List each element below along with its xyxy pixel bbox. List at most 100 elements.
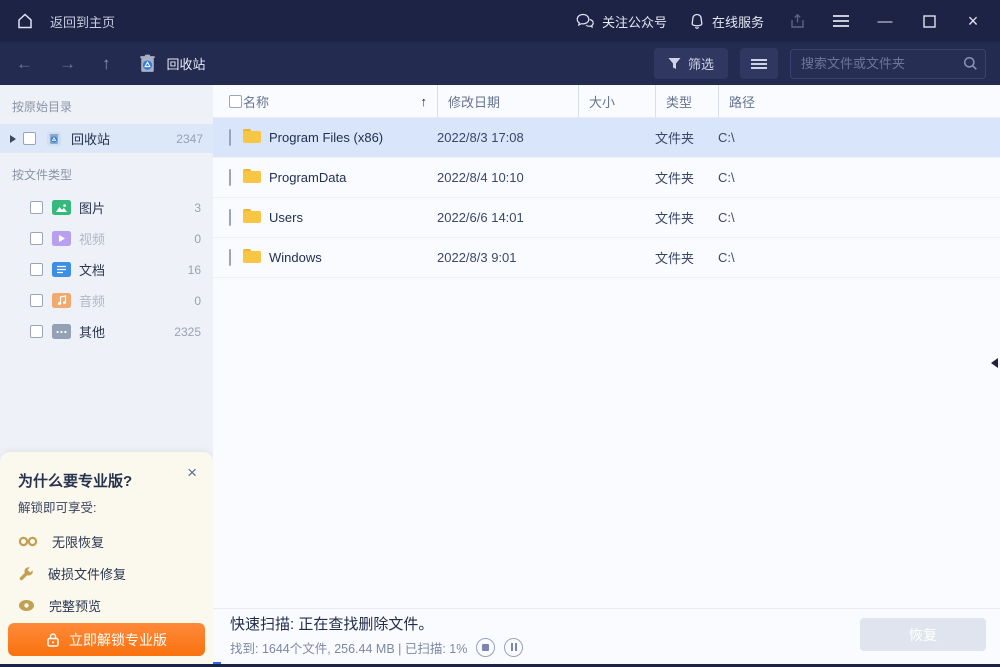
select-all-checkbox[interactable] (229, 95, 242, 108)
online-service-label: 在线服务 (712, 12, 764, 31)
sidebar-item-label: 文档 (79, 260, 105, 279)
images-icon (52, 200, 71, 215)
follow-official-button[interactable]: 关注公众号 (576, 12, 667, 31)
sidebar-item-label: 图片 (79, 198, 105, 217)
column-size[interactable]: 大小 (578, 85, 655, 117)
feature-label: 完整预览 (49, 596, 101, 615)
online-service-button[interactable]: 在线服务 (689, 12, 764, 31)
section-label-original-dir: 按原始目录 (0, 85, 213, 124)
cell-name: Windows (269, 250, 437, 265)
cell-path: C:\ (718, 130, 1000, 145)
column-date-label: 修改日期 (448, 92, 500, 111)
cell-name: Users (269, 210, 437, 225)
row-checkbox[interactable] (229, 209, 231, 226)
audio-checkbox[interactable] (30, 294, 43, 307)
item-count: 2347 (176, 132, 203, 146)
table-row[interactable]: Program Files (x86) 2022/8/3 17:08 文件夹 C… (213, 118, 1000, 158)
table-row[interactable]: Windows 2022/8/3 9:01 文件夹 C:\ (213, 238, 1000, 278)
back-home-button[interactable]: 返回到主页 (50, 12, 115, 31)
wrench-icon (18, 566, 34, 582)
column-type[interactable]: 类型 (655, 85, 718, 117)
promo-close-icon[interactable]: × (187, 464, 197, 481)
forward-button[interactable]: → (59, 55, 76, 72)
cell-date: 2022/8/4 10:10 (437, 170, 578, 185)
videos-checkbox[interactable] (30, 232, 43, 245)
close-button[interactable]: × (962, 10, 984, 32)
collapse-panel-tab[interactable] (989, 355, 1000, 371)
row-checkbox[interactable] (229, 249, 231, 266)
scan-detail-text: 找到: 1644个文件, 256.44 MB | 已扫描: 1% (230, 638, 467, 657)
back-button[interactable]: ← (16, 55, 33, 72)
chat-bubbles-icon (576, 13, 595, 29)
audio-icon (52, 293, 71, 308)
feature-file-repair: 破损文件修复 (18, 564, 197, 583)
column-name[interactable]: 名称 ↑ (243, 85, 437, 117)
menu-icon[interactable] (830, 10, 852, 32)
cell-type: 文件夹 (655, 128, 718, 147)
maximize-button[interactable] (918, 10, 940, 32)
feature-unlimited-recovery: 无限恢复 (18, 532, 197, 551)
status-bar: 快速扫描: 正在查找删除文件。 找到: 1644个文件, 256.44 MB |… (213, 608, 1000, 660)
sidebar-item-audio[interactable]: 音频 0 (0, 285, 213, 316)
column-name-label: 名称 (243, 92, 269, 111)
item-count: 16 (188, 263, 201, 277)
item-count: 0 (194, 232, 201, 246)
column-date[interactable]: 修改日期 (437, 85, 578, 117)
item-count: 0 (194, 294, 201, 308)
cell-path: C:\ (718, 250, 1000, 265)
sidebar-item-videos[interactable]: 视频 0 (0, 223, 213, 254)
table-row[interactable]: ProgramData 2022/8/4 10:10 文件夹 C:\ (213, 158, 1000, 198)
feature-label: 破损文件修复 (48, 564, 126, 583)
column-path[interactable]: 路径 (718, 85, 1000, 117)
home-icon[interactable] (14, 10, 36, 32)
table-row[interactable]: Users 2022/6/6 14:01 文件夹 C:\ (213, 198, 1000, 238)
cell-name: ProgramData (269, 170, 437, 185)
search-icon[interactable] (963, 56, 978, 71)
images-checkbox[interactable] (30, 201, 43, 214)
sidebar-item-recycle-bin[interactable]: 回收站 2347 (0, 124, 213, 153)
column-path-label: 路径 (729, 92, 755, 111)
service-bell-icon (689, 13, 705, 29)
sidebar-item-label: 视频 (79, 229, 105, 248)
documents-checkbox[interactable] (30, 263, 43, 276)
list-view-icon (751, 59, 767, 69)
sidebar-item-label: 其他 (79, 322, 105, 341)
sidebar-item-images[interactable]: 图片 3 (0, 192, 213, 223)
recover-button[interactable]: 恢复 (860, 618, 986, 651)
up-button[interactable]: ↑ (102, 55, 111, 72)
recycle-bin-icon (45, 130, 63, 148)
recycle-checkbox[interactable] (23, 132, 36, 145)
row-checkbox[interactable] (229, 169, 231, 186)
cell-date: 2022/6/6 14:01 (437, 210, 578, 225)
item-count: 3 (194, 201, 201, 215)
minimize-button[interactable]: — (874, 10, 896, 32)
sidebar-item-label: 回收站 (71, 129, 110, 148)
sidebar-item-others[interactable]: 其他 2325 (0, 316, 213, 347)
table-header: 名称 ↑ 修改日期 大小 类型 路径 (213, 85, 1000, 118)
sidebar: 按原始目录 回收站 2347 按文件类型 图片 3 视频 0 文档 16 (0, 85, 213, 667)
main-panel: 名称 ↑ 修改日期 大小 类型 路径 Program Files (x86) 2… (213, 85, 1000, 667)
unlock-pro-button[interactable]: 立即解锁专业版 (8, 623, 205, 656)
feature-full-preview: 完整预览 (18, 596, 197, 615)
search-input[interactable] (790, 49, 986, 79)
infinity-icon (18, 536, 38, 547)
feature-label: 无限恢复 (52, 532, 104, 551)
folder-icon (243, 209, 261, 223)
sort-asc-icon[interactable]: ↑ (421, 94, 428, 109)
chevron-left-icon (991, 358, 998, 368)
stop-icon (482, 644, 489, 651)
unlock-pro-label: 立即解锁专业版 (69, 630, 167, 650)
view-toggle-button[interactable] (740, 48, 778, 79)
recycle-bin-icon (137, 53, 158, 74)
sidebar-item-documents[interactable]: 文档 16 (0, 254, 213, 285)
share-icon[interactable] (786, 10, 808, 32)
expand-icon[interactable] (10, 135, 16, 143)
pause-button[interactable] (504, 638, 523, 657)
folder-icon (243, 169, 261, 183)
row-checkbox[interactable] (229, 129, 231, 146)
others-icon (52, 324, 71, 339)
others-checkbox[interactable] (30, 325, 43, 338)
filter-button[interactable]: 筛选 (654, 48, 728, 79)
promo-title: 为什么要专业版? (18, 470, 197, 491)
stop-button[interactable] (476, 638, 495, 657)
